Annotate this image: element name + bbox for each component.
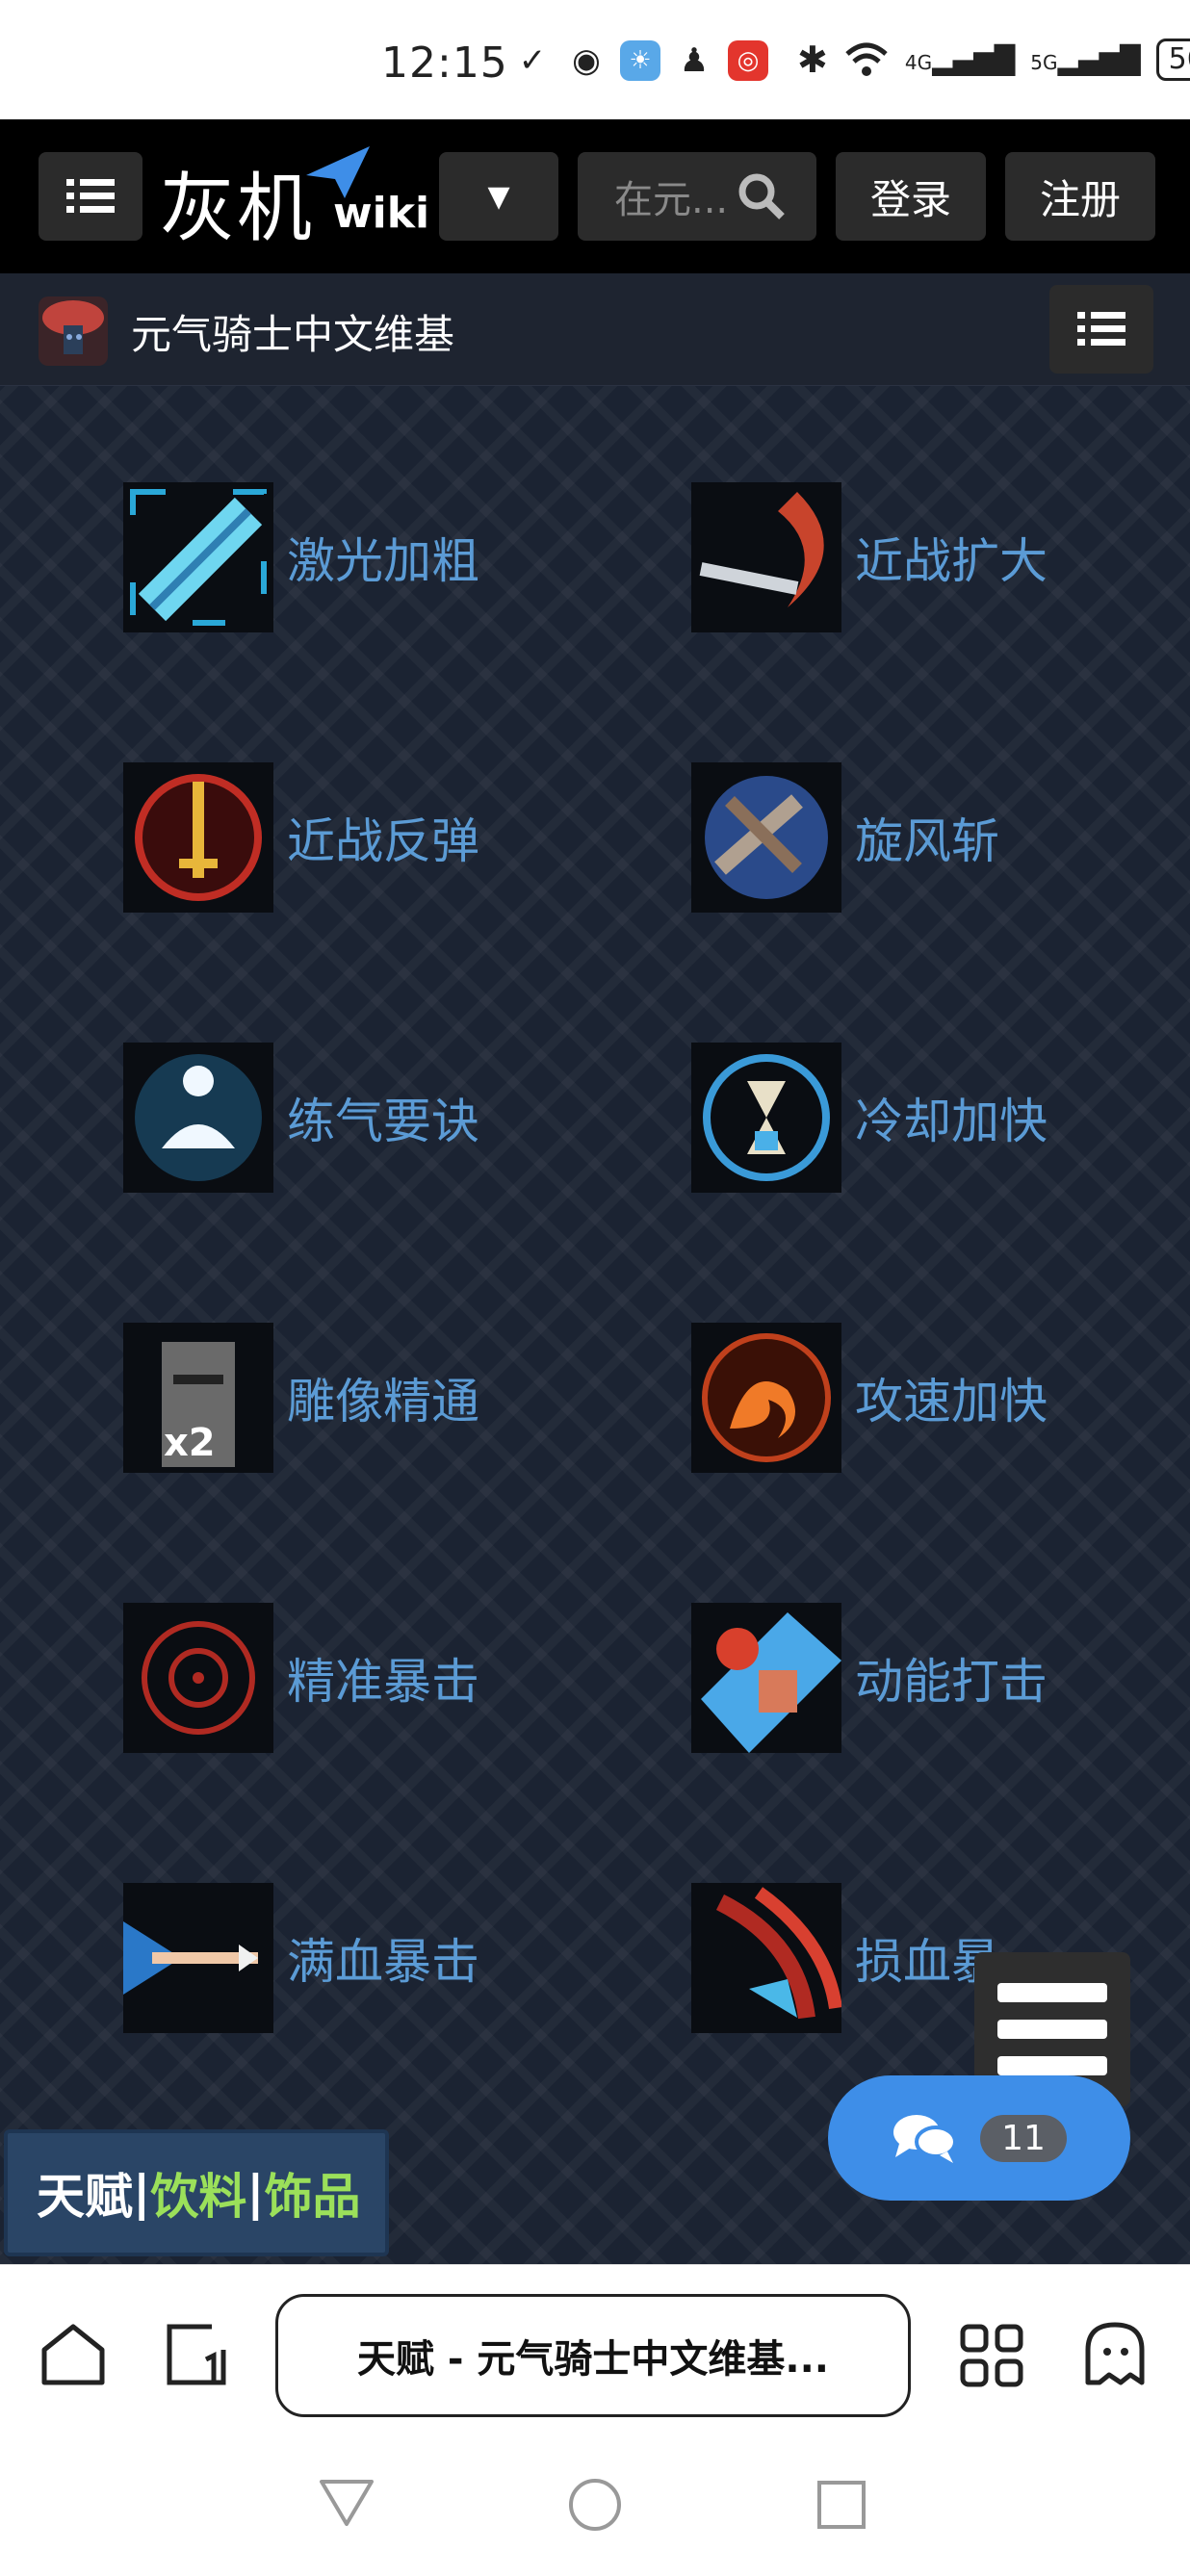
register-label: 注册 (1039, 175, 1121, 223)
apps-grid-icon[interactable] (957, 2321, 1026, 2390)
ghost-profile-icon[interactable] (1080, 2319, 1150, 2388)
talent-item[interactable]: 近战反弹 (123, 762, 479, 913)
talent-item[interactable]: x2 雕像精通 (123, 1323, 479, 1473)
talent-name-link[interactable]: 练气要诀 (287, 1083, 479, 1152)
search-icon[interactable] (737, 172, 786, 220)
hamburger-bar (997, 2020, 1107, 2039)
category-tags: 天赋 | 饮料 | 饰品 (4, 2129, 389, 2256)
svg-text:x2: x2 (164, 1421, 216, 1465)
wechat-icon: ◉ (572, 41, 601, 80)
comments-button[interactable]: 11 (828, 2075, 1130, 2201)
talent-name-link[interactable]: 冷却加快 (855, 1083, 1048, 1152)
statue-icon[interactable]: x2 (123, 1323, 273, 1473)
login-button[interactable]: 登录 (836, 152, 986, 241)
tag-accessory[interactable]: 饰品 (265, 2158, 361, 2228)
system-indicators: ✱ 4G▂▄▆█ 5G▂▄▆█ 56 (797, 39, 1190, 81)
whirlwind-icon[interactable] (691, 762, 841, 913)
talent-item[interactable]: 激光加粗 (123, 482, 479, 632)
laser-icon[interactable] (123, 482, 273, 632)
caret-down-icon: ▼ (487, 179, 510, 214)
talent-item[interactable]: 近战扩大 (691, 482, 1048, 632)
weather-icon: ☀ (620, 40, 660, 81)
chat-bubbles-icon (893, 2115, 958, 2163)
slash-icon[interactable] (691, 482, 841, 632)
back-triangle-icon[interactable] (318, 2476, 375, 2530)
talent-name-link[interactable]: 满血暴击 (287, 1923, 479, 1993)
register-button[interactable]: 注册 (1005, 152, 1155, 241)
system-nav-bar (0, 2428, 1190, 2576)
home-circle-icon[interactable] (566, 2476, 624, 2534)
qq-icon: ♟ (679, 41, 710, 80)
fire-icon[interactable] (691, 1323, 841, 1473)
battery-indicator: 56 (1155, 39, 1190, 81)
hamburger-bar (997, 1983, 1107, 2002)
wiki-subheader: 元气骑士中文维基 (0, 273, 1190, 386)
link-app-icon: ✓ (518, 41, 547, 80)
punch-icon[interactable] (691, 1603, 841, 1753)
talent-name-link[interactable]: 近战扩大 (855, 523, 1048, 592)
tag-talent[interactable]: 天赋 (37, 2158, 133, 2228)
crosshair-icon[interactable] (123, 1603, 273, 1753)
status-time: 12:15 (381, 39, 508, 88)
page-title-in-bar: 天赋 - 元气骑士中文维基... (356, 2337, 830, 2382)
hamburger-bar (997, 2056, 1107, 2075)
talent-item[interactable]: 损血暴 (691, 1883, 999, 2033)
talent-item[interactable]: 攻速加快 (691, 1323, 1048, 1473)
menu-button[interactable] (39, 152, 142, 241)
home-icon[interactable] (39, 2321, 108, 2388)
meditation-icon[interactable] (123, 1043, 273, 1193)
talent-item[interactable]: 动能打击 (691, 1603, 1048, 1753)
talent-name-link[interactable]: 近战反弹 (287, 803, 479, 872)
talent-name-link[interactable]: 旋风斩 (855, 803, 999, 872)
wiki-header: 灰机 wiki ▼ 在元... 登录 注册 (0, 119, 1190, 273)
site-avatar[interactable] (39, 296, 108, 366)
talent-item[interactable]: 练气要诀 (123, 1043, 479, 1193)
address-bar[interactable]: 天赋 - 元气骑士中文维基... (275, 2294, 911, 2417)
talent-item[interactable]: 精准暴击 (123, 1603, 479, 1753)
talent-item[interactable]: 满血暴击 (123, 1883, 479, 2033)
tabs-icon[interactable] (162, 2321, 231, 2388)
site-title[interactable]: 元气骑士中文维基 (131, 302, 454, 361)
signal-5g: 5G▂▄▆█ (1030, 43, 1141, 76)
talent-name-link[interactable]: 攻速加快 (855, 1363, 1048, 1432)
status-bar: 12:15 ✓ ◉ ☀ ♟ ◎ ✱ 4G▂▄▆█ 5G▂▄▆█ 56 (0, 0, 1190, 119)
hourglass-icon[interactable] (691, 1043, 841, 1193)
page-menu-button[interactable] (1049, 285, 1153, 374)
browser-toolbar: 天赋 - 元气骑士中文维基... (0, 2264, 1190, 2429)
search-input[interactable]: 在元... (614, 168, 728, 224)
dropdown-button[interactable]: ▼ (439, 152, 558, 241)
notification-icons: ✓ ◉ ☀ ♟ ◎ (512, 40, 768, 81)
talent-item[interactable]: 旋风斩 (691, 762, 999, 913)
login-label: 登录 (869, 175, 951, 223)
mushroom-icon (42, 300, 104, 354)
sword-shield-icon[interactable] (123, 762, 273, 913)
claw-icon[interactable] (691, 1883, 841, 2033)
list-icon (66, 179, 115, 213)
comment-count: 11 (980, 2114, 1067, 2162)
wifi-icon (845, 42, 888, 76)
tag-separator: | (246, 2165, 265, 2221)
logo-wiki-text: wiki (333, 189, 430, 238)
list-icon (1077, 312, 1125, 346)
netease-music-icon: ◎ (728, 40, 768, 81)
arrow-icon[interactable] (123, 1883, 273, 2033)
site-logo[interactable]: 灰机 (160, 148, 314, 256)
talent-name-link[interactable]: 激光加粗 (287, 523, 479, 592)
recents-square-icon[interactable] (815, 2478, 868, 2532)
bluetooth-icon: ✱ (797, 39, 828, 81)
talent-name-link[interactable]: 精准暴击 (287, 1643, 479, 1713)
talent-item[interactable]: 冷却加快 (691, 1043, 1048, 1193)
talent-name-link[interactable]: 动能打击 (855, 1643, 1048, 1713)
tag-drink[interactable]: 饮料 (150, 2158, 246, 2228)
talent-name-link[interactable]: 雕像精通 (287, 1363, 479, 1432)
search-box[interactable]: 在元... (578, 152, 816, 241)
tag-separator: | (133, 2165, 151, 2221)
signal-4g: 4G▂▄▆█ (904, 43, 1016, 76)
